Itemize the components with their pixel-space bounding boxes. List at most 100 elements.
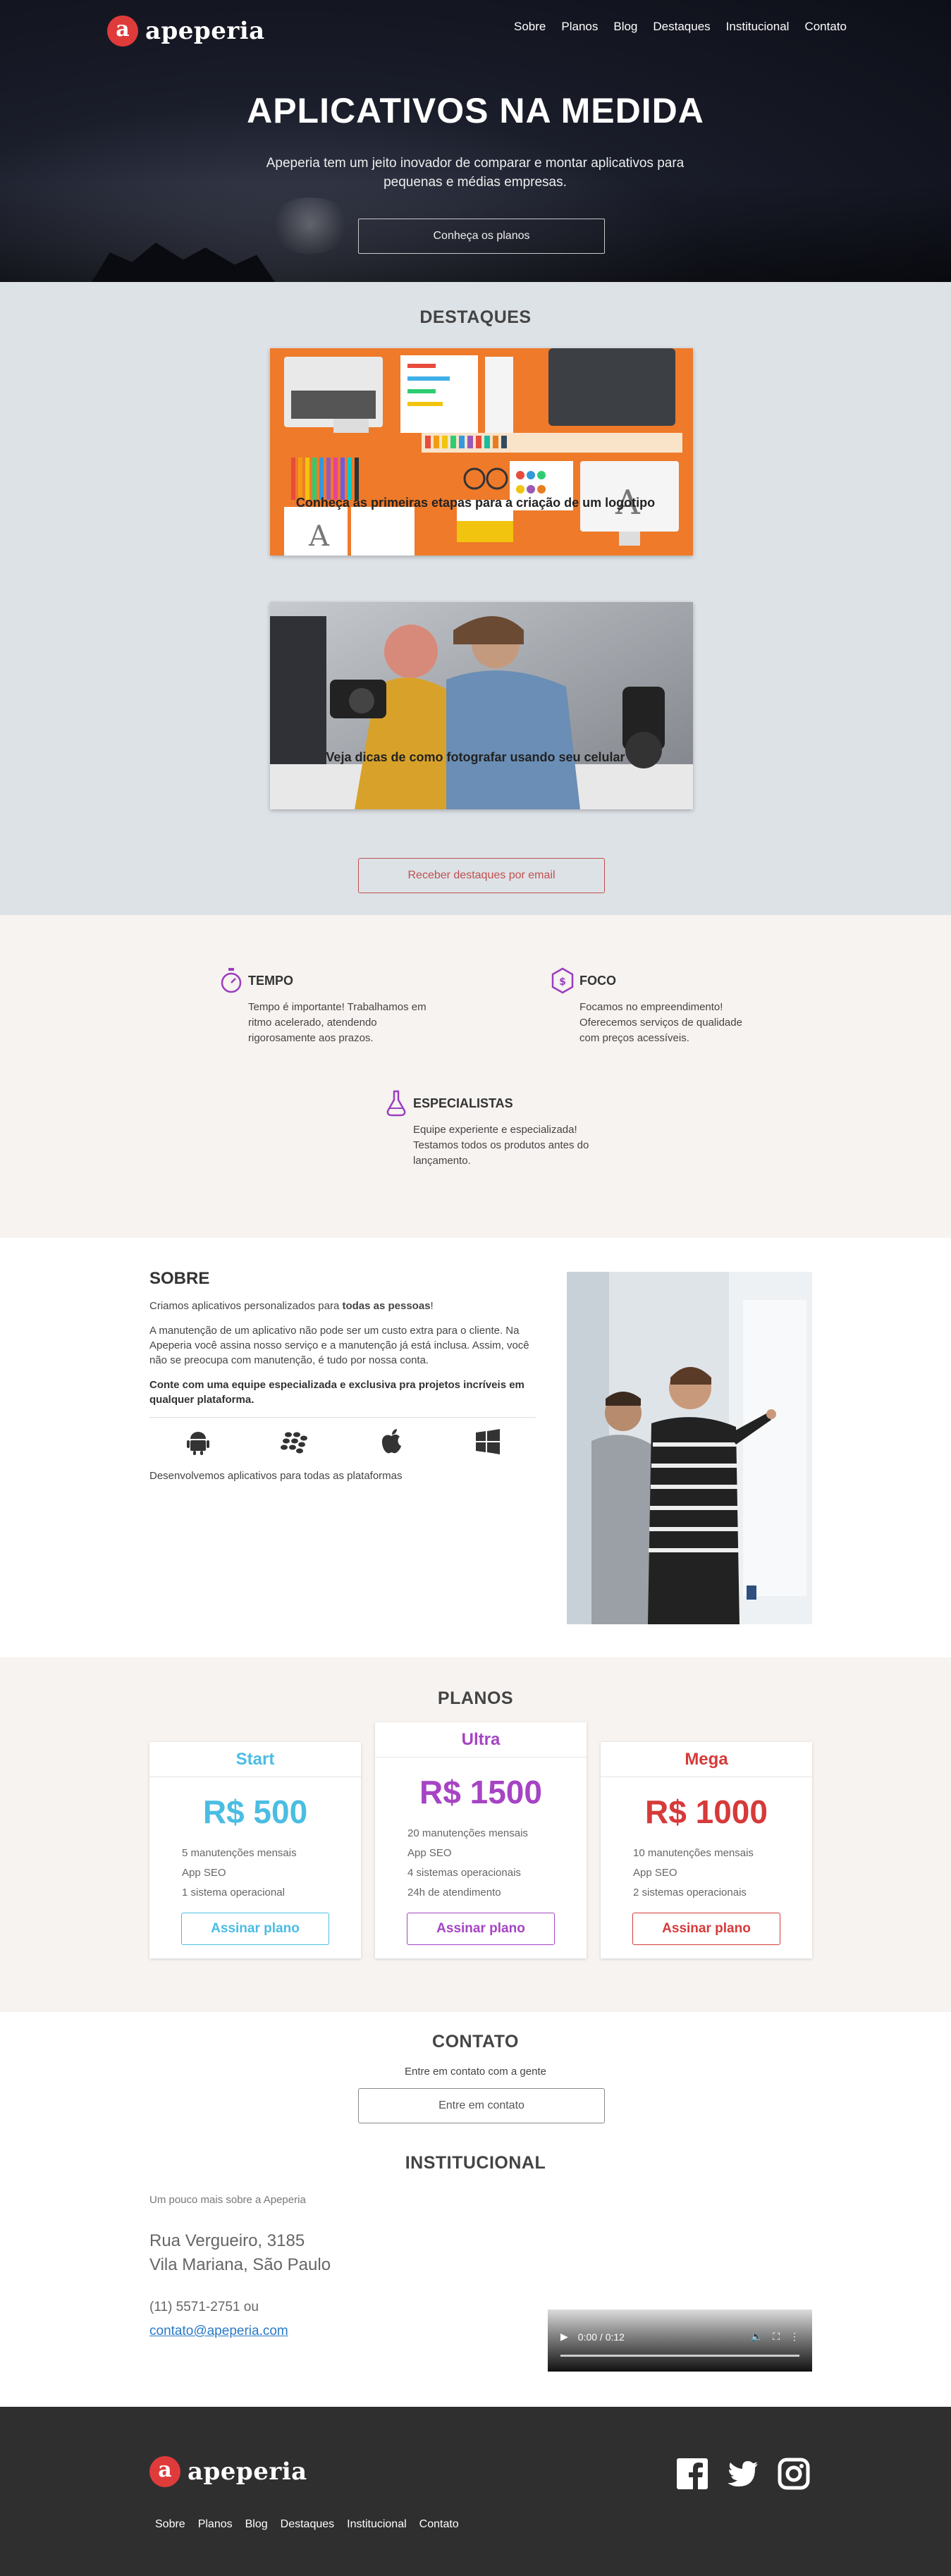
plan-features: 5 manutenções mensais App SEO 1 sistema … — [182, 1844, 361, 1903]
feature-tempo: TEMPO Tempo é importante! Trabalhamos em… — [220, 967, 431, 1046]
subscribe-highlights-button[interactable]: Receber destaques por email — [358, 858, 605, 893]
svg-text:A: A — [308, 520, 330, 553]
see-plans-button[interactable]: Conheça os planos — [358, 219, 605, 254]
top-navigation: a apeperia Sobre Planos Blog Destaques I… — [0, 0, 951, 63]
nav-contato[interactable]: Contato — [804, 20, 847, 34]
feature-text: Focamos no empreendimento! Oferecemos se… — [579, 1001, 742, 1044]
plan-feature: App SEO — [633, 1867, 677, 1879]
volume-icon[interactable]: 🔈 — [751, 2331, 763, 2343]
instagram-icon[interactable] — [778, 2458, 810, 2490]
phone-number: (11) 5571-2751 ou — [149, 2300, 259, 2314]
sobre-p1-bold: todas as pessoas — [342, 1300, 431, 1312]
hero: a apeperia Sobre Planos Blog Destaques I… — [0, 0, 951, 282]
plan-features: 10 manutenções mensais App SEO 2 sistema… — [633, 1844, 812, 1903]
windows-icon — [475, 1429, 500, 1454]
nav-institucional[interactable]: Institucional — [726, 20, 790, 34]
footer-nav-institucional[interactable]: Institucional — [347, 2518, 407, 2531]
logo-text: apeperia — [145, 17, 265, 45]
facebook-icon[interactable] — [676, 2458, 708, 2490]
footer: a apeperia Sobre Planos Blog Destaques I… — [0, 2407, 951, 2576]
plan-price: R$ 1000 — [645, 1793, 768, 1830]
hero-subtitle: Apeperia tem um jeito inovador de compar… — [266, 156, 685, 190]
sobre-p1-text: Criamos aplicativos personalizados para — [149, 1300, 343, 1312]
plan-feature: 2 sistemas operacionais — [633, 1887, 747, 1899]
features-section: TEMPO Tempo é importante! Trabalhamos em… — [0, 915, 951, 1238]
twitter-icon[interactable] — [727, 2458, 759, 2490]
footer-nav-planos[interactable]: Planos — [198, 2518, 233, 2531]
play-icon[interactable]: ▶ — [560, 2331, 568, 2343]
subscribe-ultra-button[interactable]: Assinar plano — [407, 1913, 555, 1945]
destaque-caption-2[interactable]: Veja dicas de como fotografar usando seu… — [0, 750, 951, 765]
destaques-section: DESTAQUES A A Conheça as primeiras etapa… — [0, 282, 951, 915]
fullscreen-icon[interactable]: ⛶ — [773, 2331, 780, 2343]
svg-text:$: $ — [559, 976, 566, 988]
sobre-paragraph-1: Criamos aplicativos personalizados para … — [149, 1299, 536, 1313]
nav-destaques[interactable]: Destaques — [653, 20, 710, 34]
footer-nav-sobre[interactable]: Sobre — [155, 2518, 185, 2531]
plan-feature: 10 manutenções mensais — [633, 1847, 754, 1859]
feature-title: FOCO — [579, 973, 616, 988]
plan-feature: 24h de atendimento — [407, 1887, 501, 1899]
nav-sobre[interactable]: Sobre — [514, 20, 546, 34]
footer-nav-contato[interactable]: Contato — [419, 2518, 459, 2531]
social-links — [676, 2458, 810, 2490]
contato-title: CONTATO — [432, 2032, 519, 2051]
footer-logo[interactable]: a apeperia — [149, 2456, 307, 2487]
team-whiteboard-image — [567, 1272, 812, 1624]
institucional-lead: Um pouco mais sobre a Apeperia — [149, 2194, 306, 2206]
footer-nav-destaques[interactable]: Destaques — [281, 2518, 335, 2531]
feature-foco: $ FOCO Focamos no empreendimento! Oferec… — [551, 967, 763, 1046]
sobre-paragraph-3: Conte com uma equipe especializada e exc… — [149, 1379, 524, 1406]
logo-text: apeperia — [188, 2458, 307, 2486]
logo-mark-icon: a — [149, 2456, 180, 2487]
plan-price: R$ 1500 — [419, 1774, 542, 1810]
android-icon — [186, 1432, 209, 1455]
plan-feature: App SEO — [182, 1867, 226, 1879]
contact-button[interactable]: Entre em contato — [358, 2088, 605, 2123]
contato-text: Entre em contato com a gente — [405, 2066, 546, 2078]
destaque-caption-1[interactable]: Conheça as primeiras etapas para a criaç… — [0, 496, 951, 510]
feature-especialistas: ESPECIALISTAS Equipe experiente e especi… — [385, 1090, 596, 1169]
planos-title: PLANOS — [437, 1688, 514, 1708]
destaques-title: DESTAQUES — [419, 307, 532, 327]
plan-name: Start — [149, 1742, 361, 1777]
plan-card-start: Start R$ 500 5 manutenções mensais App S… — [149, 1742, 361, 1958]
subscribe-start-button[interactable]: Assinar plano — [181, 1913, 329, 1945]
plan-price: R$ 500 — [202, 1793, 308, 1830]
footer-nav-blog[interactable]: Blog — [245, 2518, 268, 2531]
planos-section: PLANOS Start R$ 500 5 manutenções mensai… — [0, 1657, 951, 2012]
video-time: 0:00 / 0:12 — [577, 2331, 625, 2343]
plan-name: Ultra — [375, 1722, 587, 1758]
feature-text: Tempo é importante! Trabalhamos em ritmo… — [248, 1001, 427, 1044]
sobre-section: SOBRE Criamos aplicativos personalizados… — [0, 1238, 951, 1657]
dollar-hexagon-icon: $ — [551, 967, 574, 994]
sobre-title: SOBRE — [149, 1269, 210, 1288]
footer-menu: Sobre Planos Blog Destaques Instituciona… — [155, 2518, 459, 2531]
email-link[interactable]: contato@apeperia.com — [149, 2324, 288, 2339]
platform-icons — [149, 1417, 536, 1456]
subscribe-mega-button[interactable]: Assinar plano — [632, 1913, 780, 1945]
flask-icon — [386, 1090, 406, 1117]
institucional-section: INSTITUCIONAL Um pouco mais sobre a Apep… — [0, 2153, 951, 2407]
plan-card-ultra: Ultra R$ 1500 20 manutenções mensais App… — [375, 1722, 587, 1958]
plan-features: 20 manutenções mensais App SEO 4 sistema… — [407, 1824, 587, 1903]
video-player[interactable]: ▶ 0:00 / 0:12 🔈 ⛶ ⋮ — [548, 2310, 812, 2372]
plan-feature: 4 sistemas operacionais — [407, 1867, 521, 1879]
plan-feature: 20 manutenções mensais — [407, 1827, 528, 1839]
institucional-title: INSTITUCIONAL — [405, 2153, 546, 2173]
feature-text: Equipe experiente e especializada! Testa… — [413, 1124, 589, 1167]
nav-blog[interactable]: Blog — [613, 20, 637, 34]
platforms-text: Desenvolvemos aplicativos para todas as … — [149, 1470, 403, 1482]
brand-logo[interactable]: a apeperia — [107, 16, 265, 47]
photography-image[interactable] — [270, 602, 693, 809]
plan-feature: App SEO — [407, 1847, 452, 1859]
nav-planos[interactable]: Planos — [561, 20, 598, 34]
plan-feature: 5 manutenções mensais — [182, 1847, 297, 1859]
video-progress-track[interactable] — [560, 2355, 799, 2357]
stopwatch-icon — [221, 968, 242, 993]
address-line-2: Vila Mariana, São Paulo — [149, 2255, 331, 2274]
address: Rua Vergueiro, 3185 Vila Mariana, São Pa… — [149, 2229, 331, 2277]
more-options-icon[interactable]: ⋮ — [790, 2331, 799, 2343]
sobre-p1-suffix: ! — [430, 1300, 434, 1312]
logo-design-image[interactable]: A A — [270, 348, 693, 556]
